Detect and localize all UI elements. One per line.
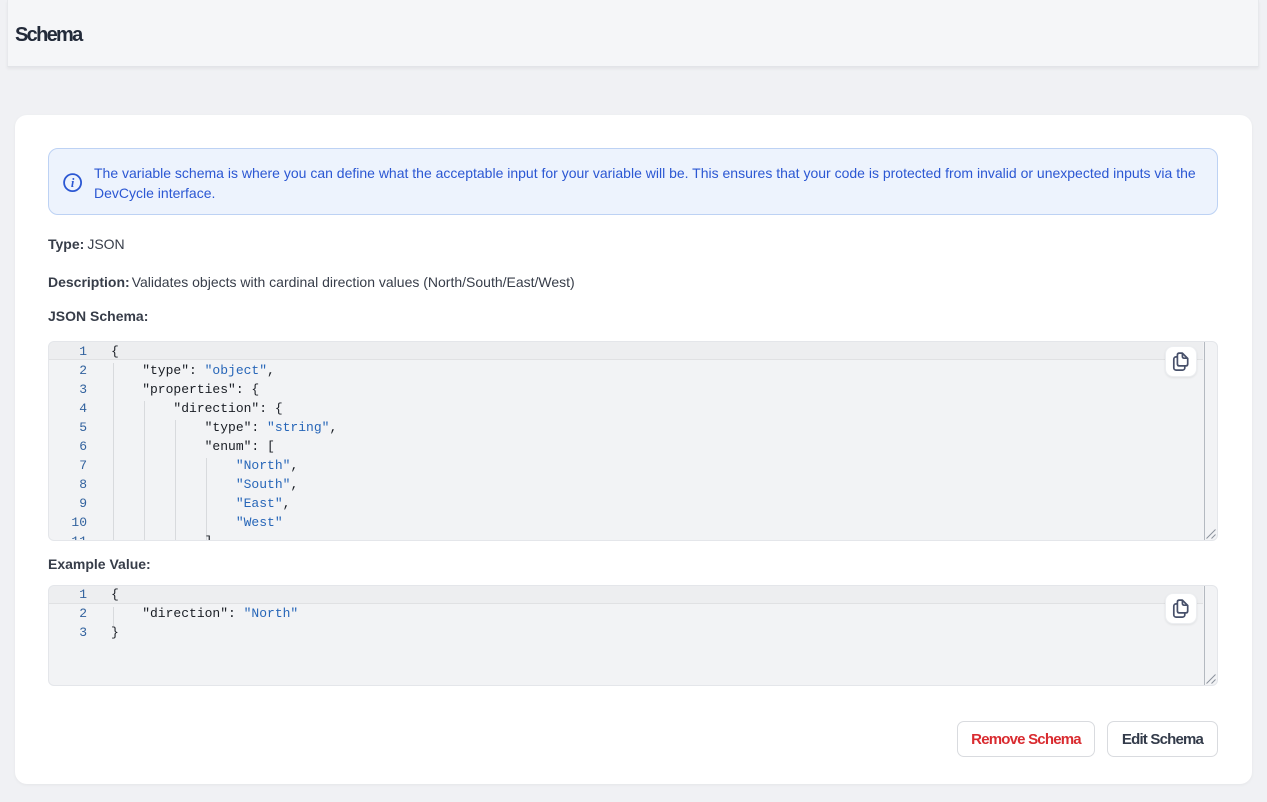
svg-text:i: i [71,176,75,190]
